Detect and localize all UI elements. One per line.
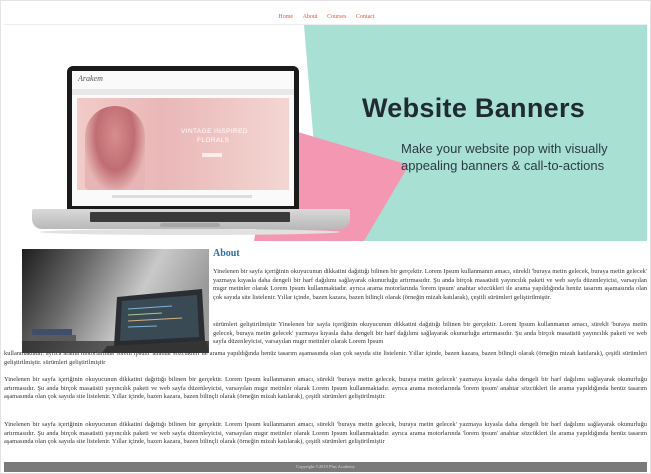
laptop-image: Arakem VINTAGE INSPIRED FLORALS (32, 66, 350, 241)
laptop-keyboard (90, 212, 290, 222)
about-paragraph-2: sürümleri geliştirilmiştir Yinelenen bir… (213, 321, 647, 346)
about-heading: About (213, 248, 240, 259)
page: Home About Courses Contact Website Banne… (0, 0, 651, 474)
footer-copyright: Copyright ©2019 Plus Academy (296, 464, 355, 469)
mock-site-logo: Arakem (78, 74, 103, 83)
nav-link-about[interactable]: About (303, 14, 318, 20)
nav-link-home[interactable]: Home (278, 14, 293, 20)
top-nav: Home About Courses Contact (1, 13, 650, 21)
nav-link-courses[interactable]: Courses (327, 14, 346, 20)
mock-site-hero: VINTAGE INSPIRED FLORALS (77, 98, 289, 190)
about-paragraph-1: Yinelenen bir sayfa içeriğinin okuyucunu… (213, 268, 647, 301)
nav-link-contact[interactable]: Contact (356, 14, 375, 20)
about-paragraph-4: Yinelenen bir sayfa içeriğinin okuyucunu… (4, 421, 647, 446)
about-paragraph-3: Yinelenen bir sayfa içeriğinin okuyucunu… (4, 376, 647, 401)
hero-banner: Website Banners Make your website pop wi… (4, 24, 647, 241)
about-photo (22, 249, 209, 353)
laptop-screen: Arakem VINTAGE INSPIRED FLORALS (72, 71, 294, 206)
footer: Copyright ©2019 Plus Academy (4, 462, 647, 472)
about-paragraph-2-continued: kullanmaktadır. ayrıca arama motorlarınd… (4, 350, 647, 366)
banner-subtitle: Make your website pop with visually appe… (401, 141, 608, 173)
banner-title: Website Banners (362, 93, 586, 123)
